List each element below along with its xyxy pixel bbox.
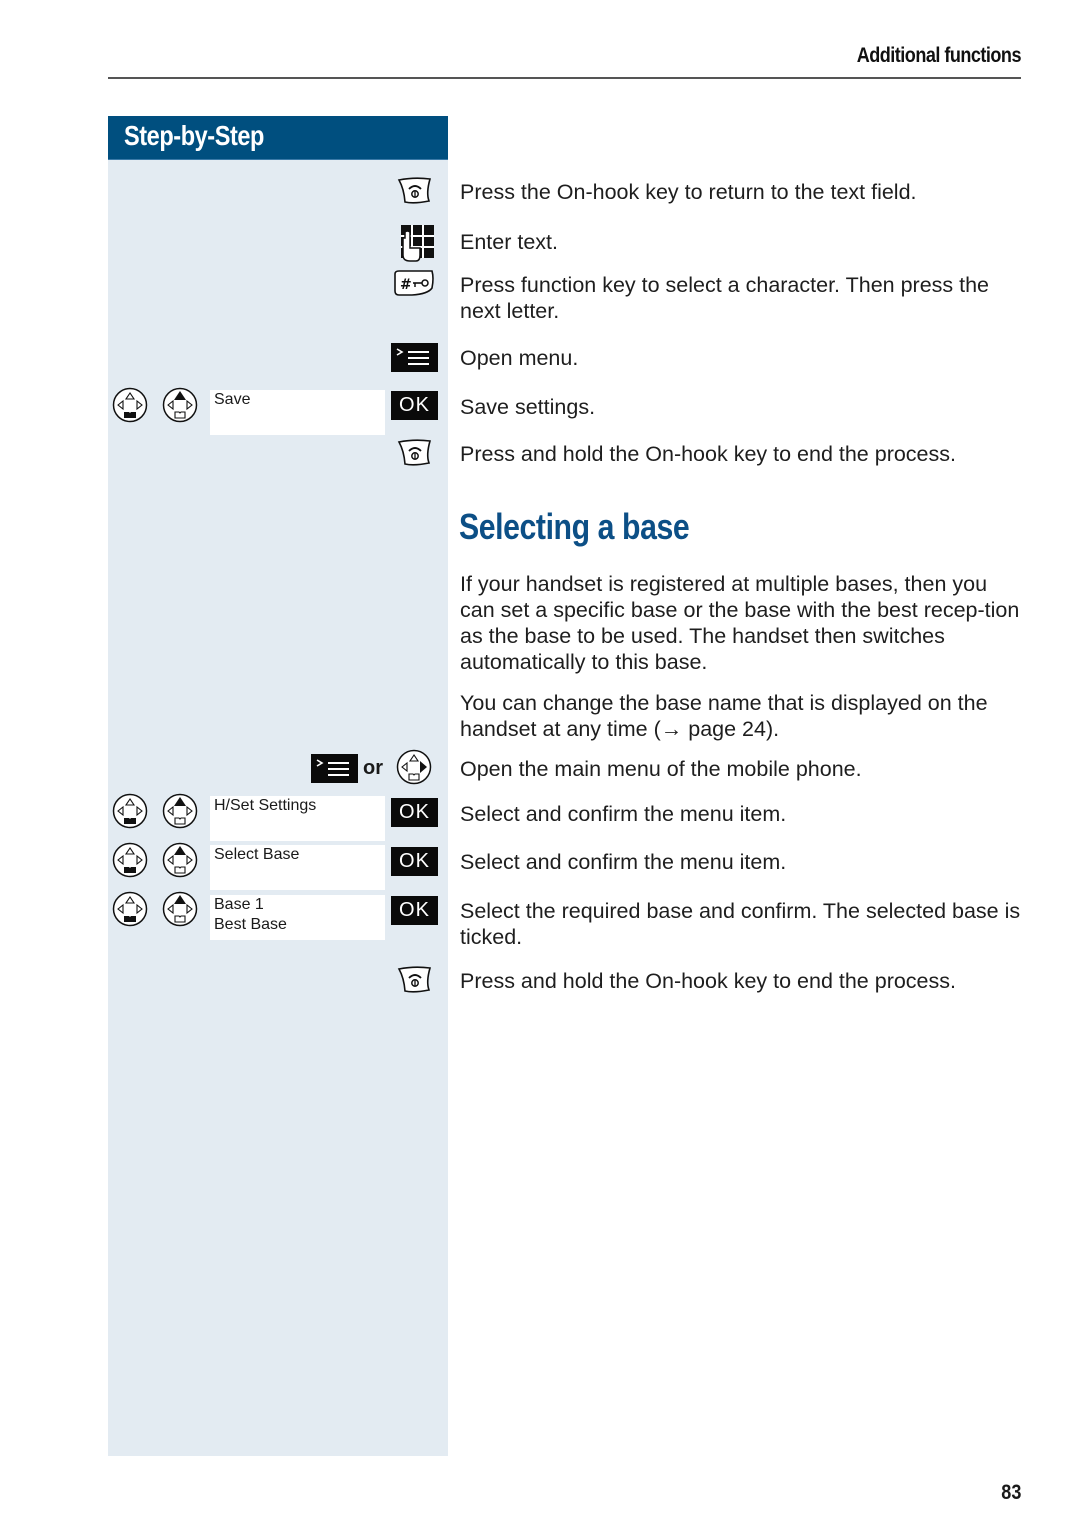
nav-key-left-icon	[112, 842, 148, 878]
sidebar-heading: Step-by-Step	[108, 116, 448, 160]
step-text: Open menu.	[460, 346, 579, 370]
ok-key-icon: OK	[391, 896, 438, 925]
page-number: 83	[1000, 1481, 1021, 1504]
note-paragraph: You can change the base name that is dis…	[460, 691, 988, 741]
or-label: or	[363, 757, 383, 779]
nav-key-up-icon	[162, 891, 198, 927]
svg-text:#: #	[400, 277, 412, 293]
display-save: Save	[210, 390, 385, 435]
hash-key-icon: #	[394, 270, 434, 296]
step-text: Press function key to select a character…	[460, 273, 990, 323]
display-select-base: Select Base	[210, 845, 385, 890]
step-text: Select and confirm the menu item.	[460, 850, 787, 874]
nav-key-right-icon	[396, 749, 432, 785]
on-hook-key-icon	[398, 966, 431, 993]
nav-key-up-icon	[162, 793, 198, 829]
ok-key-icon: OK	[391, 391, 438, 420]
nav-key-left-icon	[112, 387, 148, 423]
step-text: Select the required base and confirm. Th…	[460, 899, 1021, 949]
step-text: Save settings.	[460, 395, 596, 419]
ok-key-icon: OK	[391, 847, 438, 876]
section-title: Selecting a base	[459, 506, 690, 547]
nav-key-left-icon	[112, 891, 148, 927]
step-text: Press and hold the On-hook key to end th…	[460, 969, 956, 993]
menu-key-icon	[391, 343, 438, 372]
intro-paragraph: If your handset is registered at multipl…	[460, 572, 1020, 674]
display-line: Base 1	[214, 896, 264, 913]
step-text: Enter text.	[460, 230, 558, 254]
ok-key-icon: OK	[391, 798, 438, 827]
display-line: Select Base	[214, 846, 300, 863]
on-hook-key-icon	[398, 177, 431, 204]
step-text: Press and hold the On-hook key to end th…	[460, 442, 956, 466]
display-hset-settings: H/Set Settings	[210, 796, 385, 841]
nav-key-up-icon	[162, 387, 198, 423]
step-text: Open the main menu of the mobile phone.	[460, 757, 862, 781]
display-base-list: Base 1 Best Base	[210, 895, 385, 940]
on-hook-key-icon	[398, 439, 431, 466]
sidebar-heading-label: Step-by-Step	[124, 120, 265, 151]
display-line: Best Base	[214, 916, 287, 933]
display-line: H/Set Settings	[214, 797, 317, 814]
section-header: Additional functions	[856, 44, 1022, 67]
nav-key-up-icon	[162, 842, 198, 878]
display-line: Save	[214, 391, 251, 408]
keypad-icon	[401, 225, 434, 262]
step-text: Select and confirm the menu item.	[460, 802, 787, 826]
header-divider	[108, 77, 1021, 79]
nav-key-left-icon	[112, 793, 148, 829]
step-text: Press the On-hook key to return to the t…	[460, 180, 917, 204]
menu-key-icon	[311, 754, 358, 783]
